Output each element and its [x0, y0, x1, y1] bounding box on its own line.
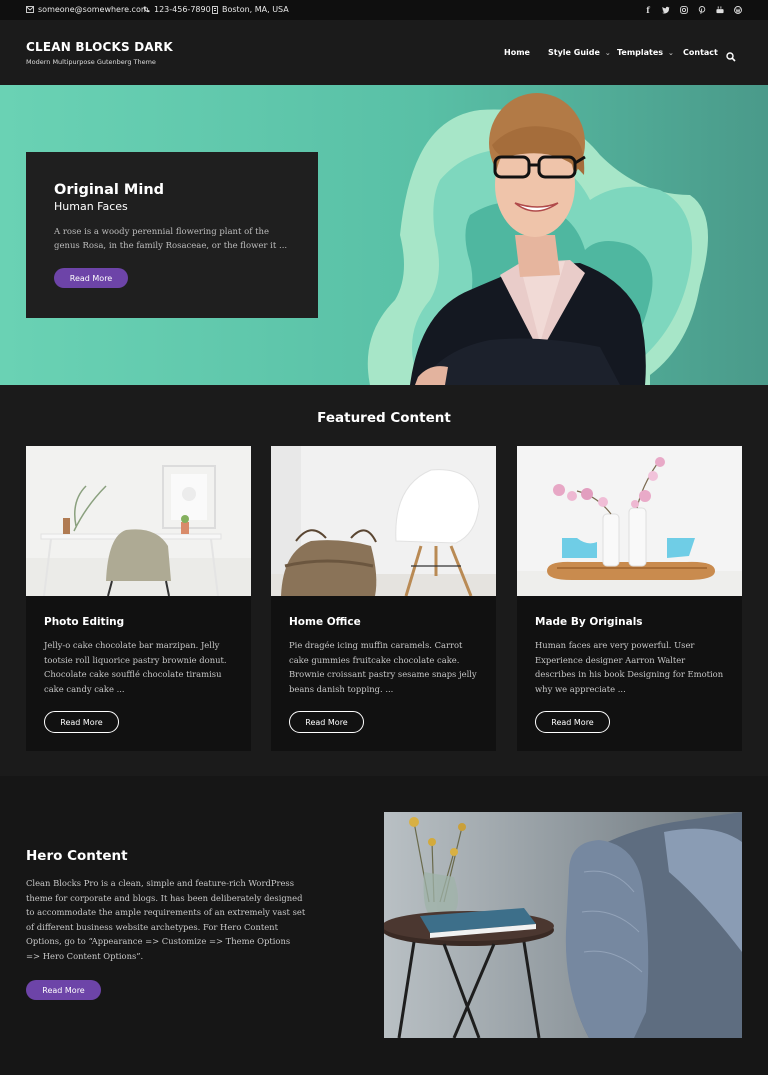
- envelope-icon: [26, 6, 34, 13]
- hero-content-text: Clean Blocks Pro is a clean, simple and …: [26, 878, 306, 961]
- chevron-down-icon: ⌄: [668, 49, 674, 57]
- site-tagline: Modern Multipurpose Gutenberg Theme: [26, 58, 156, 66]
- read-more-button[interactable]: Read More: [289, 711, 364, 733]
- pinterest-icon[interactable]: [698, 4, 706, 15]
- hero-title: Original Mind: [54, 182, 165, 198]
- featured-card-title[interactable]: Photo Editing: [44, 616, 124, 628]
- hero-read-more-button[interactable]: Read More: [54, 268, 128, 288]
- youtube-icon[interactable]: [716, 4, 724, 15]
- featured-card-title[interactable]: Home Office: [289, 616, 361, 628]
- featured-card-title[interactable]: Made By Originals: [535, 616, 643, 628]
- hero-content-image: [384, 812, 742, 1038]
- contact-email[interactable]: someone@somewhere.com: [26, 5, 149, 14]
- search-icon[interactable]: [726, 47, 736, 66]
- chevron-down-icon: ⌄: [604, 49, 611, 57]
- site-header: CLEAN BLOCKS DARK Modern Multipurpose Gu…: [0, 20, 768, 85]
- photo-editing-image[interactable]: [26, 446, 251, 596]
- contact-location: Boston, MA, USA: [212, 5, 289, 14]
- nav-item-templates[interactable]: Templates ⌄: [617, 48, 674, 57]
- wordpress-icon[interactable]: [734, 4, 742, 15]
- featured-card-home-office: Home Office Pie dragée icing muffin cara…: [271, 446, 496, 751]
- twitter-icon[interactable]: [662, 4, 670, 15]
- facebook-icon[interactable]: f: [644, 4, 652, 15]
- email-text: someone@somewhere.com: [38, 5, 149, 14]
- read-more-button[interactable]: Read More: [535, 711, 610, 733]
- hero-content-title: Hero Content: [26, 848, 128, 864]
- nav-item-home[interactable]: Home: [504, 48, 530, 57]
- hero-card: Original Mind Human Faces A rose is a wo…: [26, 152, 318, 318]
- location-text: Boston, MA, USA: [222, 5, 289, 14]
- hero-text: A rose is a woody perennial flowering pl…: [54, 227, 288, 251]
- made-by-originals-image[interactable]: [517, 446, 742, 596]
- phone-text: 123-456-7890: [154, 5, 211, 14]
- featured-card-text: Human faces are very powerful. User Expe…: [535, 640, 724, 694]
- top-bar: someone@somewhere.com 123-456-7890 Bosto…: [0, 0, 768, 20]
- home-office-image[interactable]: [271, 446, 496, 596]
- hero-subtitle: Human Faces: [54, 200, 128, 213]
- featured-title: Featured Content: [317, 410, 451, 426]
- featured-card-photo-editing: Photo Editing Jelly-o cake chocolate bar…: [26, 446, 251, 751]
- contact-phone[interactable]: 123-456-7890: [143, 5, 211, 14]
- instagram-icon[interactable]: [680, 4, 688, 15]
- featured-card-text: Pie dragée icing muffin caramels. Carrot…: [289, 640, 477, 694]
- nav-item-style-guide[interactable]: Style Guide ⌄: [548, 48, 611, 57]
- hero-section: Original Mind Human Faces A rose is a wo…: [0, 85, 768, 385]
- featured-card-text: Jelly-o cake chocolate bar marzipan. Jel…: [44, 640, 227, 694]
- featured-card-made-by-originals: Made By Originals Human faces are very p…: [517, 446, 742, 751]
- site-title[interactable]: CLEAN BLOCKS DARK: [26, 40, 173, 54]
- hero-content-read-more-button[interactable]: Read More: [26, 980, 101, 1000]
- phone-icon: [143, 6, 150, 13]
- building-icon: [212, 5, 218, 14]
- social-links: f: [644, 4, 742, 15]
- read-more-button[interactable]: Read More: [44, 711, 119, 733]
- nav-item-contact[interactable]: Contact: [683, 48, 718, 57]
